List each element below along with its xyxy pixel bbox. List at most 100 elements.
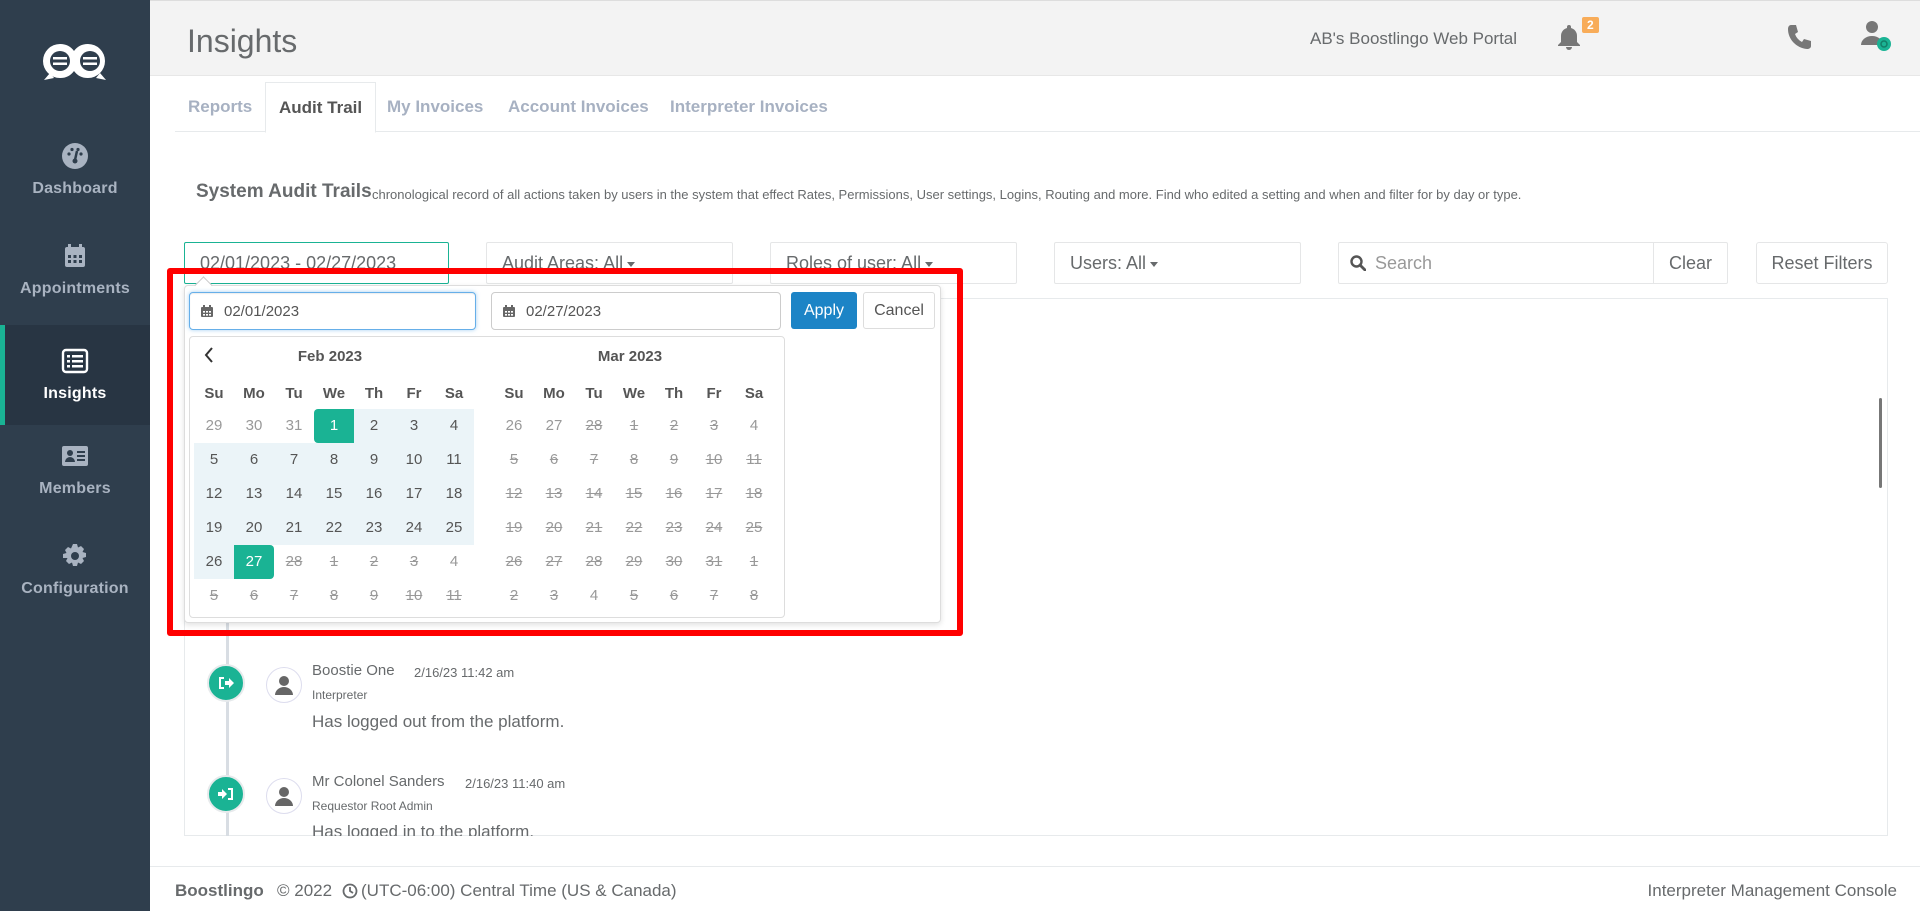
cancel-button[interactable]: Cancel (863, 292, 935, 329)
entry-user-name[interactable]: Boostie One (312, 662, 395, 679)
calendar-day: 1 (749, 553, 759, 570)
sidebar-item-insights[interactable]: Insights (0, 325, 150, 425)
calendar-day[interactable]: 26 (194, 545, 234, 579)
id-card-icon (62, 446, 88, 466)
weekday-header: Su (504, 385, 524, 402)
date-range-filter[interactable]: 02/01/2023 - 02/27/2023 (184, 242, 449, 284)
start-date-input[interactable]: 02/01/2023 (189, 292, 476, 330)
calendar-day[interactable]: 20 (234, 511, 274, 545)
calendar-day: 7 (709, 587, 719, 604)
calendar-day[interactable]: 24 (394, 511, 434, 545)
calendar-day[interactable]: 6 (234, 443, 274, 477)
caret-down-icon (925, 261, 934, 267)
calendar-day[interactable]: 18 (434, 477, 474, 511)
end-date-input[interactable]: 02/27/2023 (491, 292, 781, 330)
calendar-day: 23 (665, 519, 683, 536)
sidebar-item-label: Dashboard (32, 180, 118, 197)
reset-filters-button[interactable]: Reset Filters (1756, 242, 1888, 284)
calendar-day[interactable]: 25 (434, 511, 474, 545)
apply-button[interactable]: Apply (791, 292, 857, 329)
calendar-day[interactable]: 5 (194, 443, 234, 477)
calendar-day[interactable]: 27 (534, 409, 574, 443)
footer-brand: Boostlingo (175, 881, 264, 900)
sidebar-item-configuration[interactable]: Configuration (0, 520, 150, 620)
calendar-day: 2 (509, 587, 519, 604)
gear-icon (63, 544, 86, 566)
phone-button[interactable] (1786, 23, 1812, 51)
calendar-day: 10 (705, 451, 723, 468)
start-date-value: 02/01/2023 (224, 302, 300, 320)
sidebar: Dashboard Appointments Insights Members … (0, 0, 150, 911)
calendar-day[interactable]: 4 (434, 409, 474, 443)
user-icon (275, 676, 293, 695)
scrollbar-thumb[interactable] (1879, 398, 1882, 488)
calendar-day[interactable]: 19 (194, 511, 234, 545)
calendar-day: 8 (749, 587, 759, 604)
users-dropdown[interactable]: Users: All (1054, 242, 1301, 284)
calendar-day: 5 (629, 587, 639, 604)
tab-reports[interactable]: Reports (175, 82, 265, 132)
calendar-day[interactable]: 2 (354, 409, 394, 443)
entry-user-name[interactable]: Mr Colonel Sanders (312, 773, 445, 790)
logout-icon (207, 664, 245, 702)
audit-areas-dropdown[interactable]: Audit Areas: All (486, 242, 733, 284)
calendar-day: 30 (665, 553, 683, 570)
calendar-day[interactable]: 13 (234, 477, 274, 511)
calendar-day[interactable]: 11 (434, 443, 474, 477)
boostlingo-logo[interactable] (42, 40, 108, 82)
calendar-day: 10 (405, 587, 423, 604)
calendar-day: 7 (289, 587, 299, 604)
calendar-day[interactable]: 29 (194, 409, 234, 443)
weekday-header: Th (364, 385, 384, 402)
calendar-day[interactable]: 4 (734, 409, 774, 443)
calendar-day[interactable]: 17 (394, 477, 434, 511)
calendar-day: 21 (585, 519, 603, 536)
roles-dropdown[interactable]: Roles of user: All (770, 242, 1017, 284)
calendar-day: 5 (209, 587, 219, 604)
entry-role: Interpreter (312, 688, 368, 702)
calendar-day[interactable]: 12 (194, 477, 234, 511)
tab-interpreter-invoices[interactable]: Interpreter Invoices (657, 82, 841, 132)
weekday-header: Mo (543, 385, 565, 402)
calendar-day: 31 (705, 553, 723, 570)
calendar-day[interactable]: 21 (274, 511, 314, 545)
sidebar-item-label: Configuration (21, 580, 129, 597)
calendar-day[interactable]: 31 (274, 409, 314, 443)
calendar-day[interactable]: 14 (274, 477, 314, 511)
calendar-day[interactable]: 26 (494, 409, 534, 443)
calendar-day[interactable]: 4 (574, 579, 614, 613)
entry-message: Has logged out from the platform. (312, 712, 565, 731)
range-start-day[interactable]: 1 (314, 409, 354, 443)
weekday-header: Su (204, 385, 224, 402)
sidebar-item-members[interactable]: Members (0, 420, 150, 520)
sidebar-item-dashboard[interactable]: Dashboard (0, 120, 150, 220)
calendar-day[interactable]: 22 (314, 511, 354, 545)
calendar-day[interactable]: 4 (434, 545, 474, 579)
calendar-day[interactable]: 30 (234, 409, 274, 443)
tab-audit-trail[interactable]: Audit Trail (265, 82, 377, 133)
calendar-day[interactable]: 8 (314, 443, 354, 477)
search-input[interactable] (1369, 243, 1653, 283)
range-end-day[interactable]: 27 (234, 545, 274, 579)
calendar-day[interactable]: 7 (274, 443, 314, 477)
calendar-day: 1 (629, 417, 639, 434)
calendar-day[interactable]: 16 (354, 477, 394, 511)
dashboard-icon (62, 143, 88, 169)
calendar-day[interactable]: 10 (394, 443, 434, 477)
calendar-day[interactable]: 23 (354, 511, 394, 545)
user-status-button[interactable] (1860, 19, 1894, 53)
sidebar-item-appointments[interactable]: Appointments (0, 220, 150, 320)
calendar-day: 25 (745, 519, 763, 536)
tab-my-invoices[interactable]: My Invoices (374, 82, 496, 132)
calendar-day[interactable]: 15 (314, 477, 354, 511)
clear-button[interactable]: Clear (1653, 243, 1727, 283)
notifications-button[interactable] (1556, 23, 1582, 51)
caret-down-icon (627, 261, 636, 267)
calendar-day: 26 (505, 553, 523, 570)
login-icon (207, 775, 245, 813)
tab-account-invoices[interactable]: Account Invoices (495, 82, 662, 132)
calendar-day: 1 (329, 553, 339, 570)
weekday-header: Th (664, 385, 684, 402)
calendar-day[interactable]: 3 (394, 409, 434, 443)
calendar-day[interactable]: 9 (354, 443, 394, 477)
